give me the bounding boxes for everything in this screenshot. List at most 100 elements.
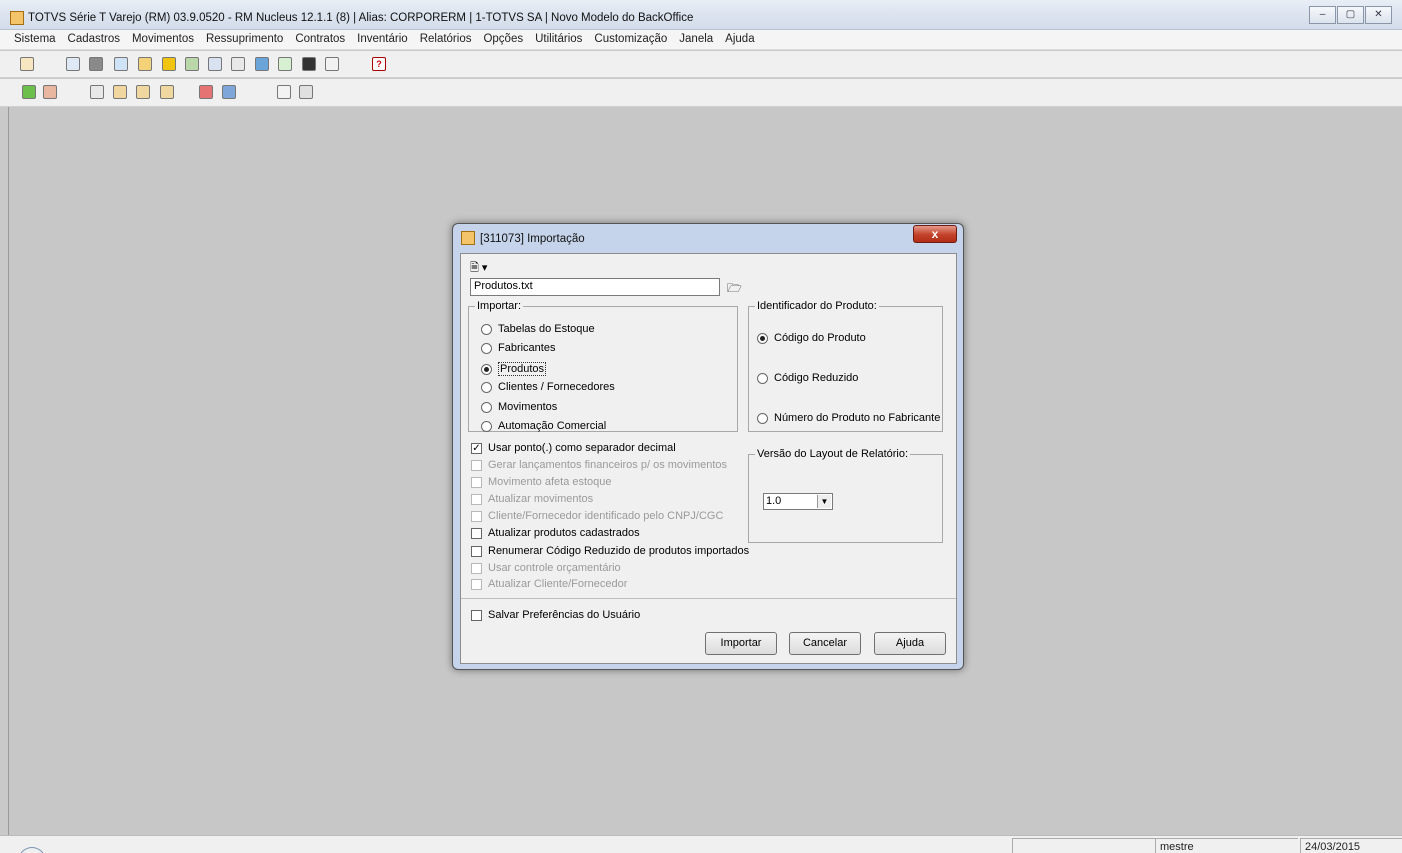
- calculator-icon[interactable]: [231, 57, 245, 71]
- checkbox: [471, 493, 482, 505]
- chk-separador-decimal[interactable]: ✓ Usar ponto(.) como separador decimal: [471, 442, 676, 454]
- dialog-app-icon: [461, 231, 475, 245]
- menu-cadastros[interactable]: Cadastros: [62, 30, 126, 45]
- radio-indicator[interactable]: [481, 401, 492, 413]
- chk-renumerar-codigo[interactable]: Renumerar Código Reduzido de produtos im…: [471, 545, 749, 557]
- chk-salvar-preferencias[interactable]: Salvar Preferências do Usuário: [471, 609, 640, 621]
- status-user: mestre: [1155, 838, 1298, 853]
- checkbox: [471, 562, 482, 574]
- radio-indicator[interactable]: [757, 412, 768, 424]
- copy-icon[interactable]: [90, 85, 104, 99]
- hierarchy-icon[interactable]: [114, 57, 128, 71]
- menu-bar: Sistema Cadastros Movimentos Ressuprimento C…: [0, 30, 1402, 50]
- file-path-input[interactable]: Produtos.txt: [470, 278, 720, 296]
- importar-legend: Importar:: [477, 300, 522, 312]
- versao-select[interactable]: 1.0 ▼: [763, 493, 833, 510]
- menu-ajuda[interactable]: Ajuda: [719, 30, 760, 45]
- product-icon[interactable]: [66, 57, 80, 71]
- chevron-down-icon[interactable]: ▼: [817, 495, 831, 508]
- browse-folder-icon[interactable]: 🗁: [727, 279, 743, 295]
- app-icon: [10, 11, 24, 25]
- transfer-in-icon[interactable]: [113, 85, 127, 99]
- transfer-icon[interactable]: [160, 85, 174, 99]
- minimize-button[interactable]: –: [1309, 6, 1336, 24]
- document-icon[interactable]: [302, 57, 316, 71]
- radio-codigo-produto[interactable]: Código do Produto: [757, 332, 866, 344]
- menu-utilitarios[interactable]: Utilitários: [529, 30, 588, 45]
- importar-button[interactable]: Importar: [705, 632, 777, 655]
- globe-icon[interactable]: [255, 57, 269, 71]
- radio-movimentos[interactable]: Movimentos: [481, 401, 557, 413]
- menu-customizacao[interactable]: Customização: [588, 30, 673, 45]
- checkbox[interactable]: [471, 527, 482, 539]
- radio-tabelas-estoque[interactable]: Tabelas do Estoque: [481, 323, 595, 335]
- grid-icon[interactable]: [325, 57, 339, 71]
- radio-indicator[interactable]: [481, 342, 492, 354]
- edit-check-icon[interactable]: [277, 85, 291, 99]
- radio-clientes-fornecedores[interactable]: Clientes / Fornecedores: [481, 381, 615, 393]
- stock-icon[interactable]: [89, 57, 103, 71]
- dialog-body: 🗎 ▾ Produtos.txt 🗁 Importar: Tabelas do …: [460, 253, 957, 664]
- magnifier-icon[interactable]: [278, 57, 292, 71]
- radio-indicator[interactable]: [481, 420, 492, 432]
- window-title: TOTVS Série T Varejo (RM) 03.9.0520 - RM…: [28, 12, 694, 24]
- radio-numero-fabricante[interactable]: Número do Produto no Fabricante: [757, 412, 940, 424]
- menu-inventario[interactable]: Inventário: [351, 30, 414, 45]
- menu-janela[interactable]: Janela: [673, 30, 719, 45]
- contacts-icon[interactable]: [43, 85, 57, 99]
- search-person-icon[interactable]: [185, 57, 199, 71]
- checkbox: [471, 459, 482, 471]
- menu-opcoes[interactable]: Opções: [477, 30, 529, 45]
- checkbox[interactable]: [471, 545, 482, 557]
- toolbar-main: ?: [0, 51, 1402, 78]
- identificador-group: Identificador do Produto: Código do Prod…: [748, 300, 943, 432]
- status-cell-empty: [1012, 838, 1155, 853]
- cancelar-button[interactable]: Cancelar: [789, 632, 861, 655]
- menu-contratos[interactable]: Contratos: [289, 30, 351, 45]
- chk-atualizar-produtos[interactable]: Atualizar produtos cadastrados: [471, 527, 640, 539]
- versao-layout-group: Versão do Layout de Relatório: 1.0 ▼: [748, 448, 943, 543]
- menu-movimentos[interactable]: Movimentos: [126, 30, 200, 45]
- report-icon[interactable]: [208, 57, 222, 71]
- movement-icon[interactable]: [138, 57, 152, 71]
- status-date: 24/03/2015: [1300, 838, 1402, 853]
- radio-indicator-selected[interactable]: [481, 363, 492, 375]
- checkbox-checked[interactable]: ✓: [471, 442, 482, 454]
- users-icon[interactable]: [22, 85, 36, 99]
- radio-indicator[interactable]: [757, 372, 768, 384]
- radio-produtos[interactable]: Produtos: [481, 362, 547, 376]
- chk-atualizar-movimentos: Atualizar movimentos: [471, 493, 593, 505]
- radio-indicator[interactable]: [481, 381, 492, 393]
- ajuda-button[interactable]: Ajuda: [874, 632, 946, 655]
- toolbar-secondary: [0, 79, 1402, 107]
- chart-up-icon[interactable]: [199, 85, 213, 99]
- radio-indicator[interactable]: [481, 323, 492, 335]
- versao-legend: Versão do Layout de Relatório:: [757, 448, 909, 460]
- menu-sistema[interactable]: Sistema: [0, 30, 62, 45]
- checkbox[interactable]: [471, 609, 482, 621]
- restore-button[interactable]: ▢: [1337, 6, 1364, 24]
- identificador-legend: Identificador do Produto:: [757, 300, 877, 312]
- separator-line: [461, 598, 956, 599]
- help-icon[interactable]: ?: [372, 57, 386, 71]
- window-titlebar: TOTVS Série T Varejo (RM) 03.9.0520 - RM…: [0, 0, 1402, 30]
- importar-group: Importar: Tabelas do Estoque Fabricantes…: [468, 300, 738, 432]
- new-document-menu-icon[interactable]: 🗎 ▾: [470, 259, 487, 278]
- radio-codigo-reduzido[interactable]: Código Reduzido: [757, 372, 858, 384]
- books-icon[interactable]: [299, 85, 313, 99]
- radio-fabricantes[interactable]: Fabricantes: [481, 342, 555, 354]
- chk-movimento-estoque: Movimento afeta estoque: [471, 476, 612, 488]
- radio-indicator-selected[interactable]: [757, 332, 768, 344]
- close-window-button[interactable]: ✕: [1365, 6, 1392, 24]
- connect-icon[interactable]: [20, 57, 34, 71]
- finance-chart-icon[interactable]: [222, 85, 236, 99]
- status-globe-icon: [18, 847, 46, 853]
- dialog-close-button[interactable]: x: [913, 225, 957, 243]
- transfer-out-icon[interactable]: [136, 85, 150, 99]
- menu-ressuprimento[interactable]: Ressuprimento: [200, 30, 289, 45]
- radio-automacao-comercial[interactable]: Automação Comercial: [481, 420, 606, 432]
- checkbox: [471, 578, 482, 590]
- import-dialog: [311073] Importação x 🗎 ▾ Produtos.txt 🗁…: [452, 223, 964, 670]
- menu-relatorios[interactable]: Relatórios: [414, 30, 478, 45]
- coins-icon[interactable]: [162, 57, 176, 71]
